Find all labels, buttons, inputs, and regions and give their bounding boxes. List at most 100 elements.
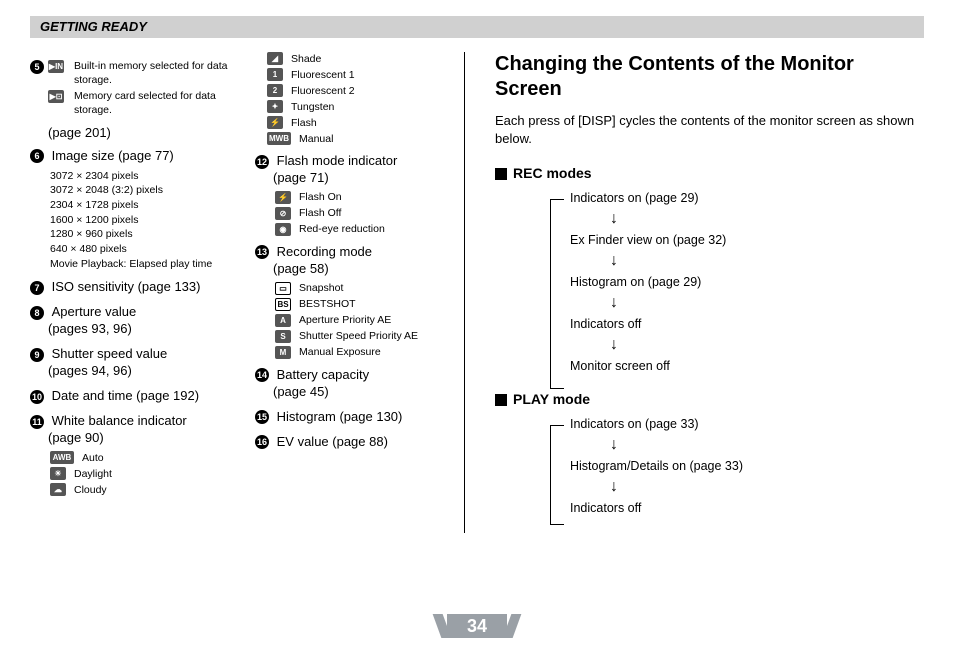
wb-shade: ◢Shade: [267, 52, 464, 65]
item-5: 5 ▶IN Built-in memory selected for data …: [30, 60, 242, 121]
memory-builtin-row: ▶IN Built-in memory selected for data st…: [48, 60, 242, 87]
item-6: 6 Image size (page 77): [30, 148, 242, 165]
flash-on: ⚡Flash On: [275, 191, 464, 204]
down-arrow-icon: ↓: [610, 211, 924, 227]
square-bullet-icon: [495, 394, 507, 406]
item-14: 14 Battery capacity (page 45): [255, 367, 464, 401]
item-10-label: Date and time (page 192): [52, 388, 199, 403]
bullet-13: 13: [255, 245, 269, 259]
snapshot-icon: ▭: [275, 282, 291, 295]
item-13: 13 Recording mode (page 58): [255, 244, 464, 278]
memory-card-row: ▶⊡ Memory card selected for data storage…: [48, 90, 242, 117]
bullet-16: 16: [255, 435, 269, 449]
item-10: 10 Date and time (page 192): [30, 388, 242, 405]
item-11-options: AWB Auto ☀ Daylight ☁ Cloudy: [30, 451, 242, 496]
image-size: 3072 × 2304 pixels: [50, 169, 242, 184]
wb-cloudy: ☁ Cloudy: [50, 483, 242, 496]
manual-exposure-icon: M: [275, 346, 291, 359]
down-arrow-icon: ↓: [610, 479, 924, 495]
memory-card-text: Memory card selected for data storage.: [70, 90, 242, 117]
item-11-label: White balance indicator: [52, 413, 187, 428]
item-12-sub: (page 71): [255, 170, 464, 187]
rec-loop-bracket: [550, 199, 564, 389]
rec-step: Indicators off: [570, 317, 924, 331]
image-size: Movie Playback: Elapsed play time: [50, 257, 242, 272]
item-12-label: Flash mode indicator: [277, 153, 398, 168]
down-arrow-icon: ↓: [610, 437, 924, 453]
item-12-options: ⚡Flash On ⊘Flash Off ◉Red-eye reduction: [255, 191, 464, 236]
bullet-9: 9: [30, 348, 44, 362]
wb-auto-label: Auto: [80, 452, 104, 464]
item-7: 7 ISO sensitivity (page 133): [30, 279, 242, 296]
mode-snapshot: ▭Snapshot: [275, 282, 464, 295]
item-15: 15 Histogram (page 130): [255, 409, 464, 426]
bullet-11: 11: [30, 415, 44, 429]
item-14-sub: (page 45): [255, 384, 464, 401]
column-right: Changing the Contents of the Monitor Scr…: [465, 52, 924, 533]
bestshot-icon: BS: [275, 298, 291, 311]
flash-off-icon: ⊘: [275, 207, 291, 220]
square-bullet-icon: [495, 168, 507, 180]
wb-cloudy-label: Cloudy: [72, 484, 107, 496]
bullet-15: 15: [255, 410, 269, 424]
bullet-6: 6: [30, 149, 44, 163]
bullet-7: 7: [30, 281, 44, 295]
item-11-sub: (page 90): [30, 430, 242, 447]
tungsten-icon: ✦: [267, 100, 283, 113]
rec-step: Ex Finder view on (page 32): [570, 233, 924, 247]
article-title: Changing the Contents of the Monitor Scr…: [495, 52, 924, 102]
cloudy-icon: ☁: [50, 483, 66, 496]
shade-icon: ◢: [267, 52, 283, 65]
wb-manual: MWBManual: [267, 132, 464, 145]
page-content: 5 ▶IN Built-in memory selected for data …: [30, 52, 924, 533]
wb-fluorescent-1: 1Fluorescent 1: [267, 68, 464, 81]
rec-flow: Indicators on (page 29) ↓ Ex Finder view…: [495, 191, 924, 373]
item-11: 11 White balance indicator (page 90): [30, 413, 242, 447]
rec-step: Histogram on (page 29): [570, 275, 924, 289]
item-12: 12 Flash mode indicator (page 71): [255, 153, 464, 187]
play-loop-bracket: [550, 425, 564, 525]
play-step: Indicators on (page 33): [570, 417, 924, 431]
memory-builtin-text: Built-in memory selected for data storag…: [70, 60, 242, 87]
image-size: 640 × 480 pixels: [50, 242, 242, 257]
wb-daylight-label: Daylight: [72, 468, 112, 480]
item-13-options: ▭Snapshot BSBESTSHOT AAperture Priority …: [255, 282, 464, 359]
section-header: GETTING READY: [30, 16, 924, 38]
mode-aperture: AAperture Priority AE: [275, 314, 464, 327]
fluorescent-1-icon: 1: [267, 68, 283, 81]
flash-off: ⊘Flash Off: [275, 207, 464, 220]
bullet-14: 14: [255, 368, 269, 382]
down-arrow-icon: ↓: [610, 295, 924, 311]
item-8-label: Aperture value: [52, 304, 137, 319]
daylight-icon: ☀: [50, 467, 66, 480]
item-13-sub: (page 58): [255, 261, 464, 278]
wb-flash: ⚡Flash: [267, 116, 464, 129]
down-arrow-icon: ↓: [610, 253, 924, 269]
item-16: 16 EV value (page 88): [255, 434, 464, 451]
section-header-text: GETTING READY: [40, 19, 147, 34]
play-step: Histogram/Details on (page 33): [570, 459, 924, 473]
bullet-5: 5: [30, 60, 44, 74]
item-7-label: ISO sensitivity (page 133): [52, 279, 201, 294]
wb-tungsten: ✦Tungsten: [267, 100, 464, 113]
play-mode-heading: PLAY mode: [495, 391, 924, 407]
memory-card-icon: ▶⊡: [48, 90, 64, 103]
item-6-sizes: 3072 × 2304 pixels 3072 × 2048 (3:2) pix…: [30, 169, 242, 272]
item-5-page-ref: (page 201): [30, 125, 242, 140]
item-15-label: Histogram (page 130): [277, 409, 403, 424]
wb-fluorescent-2: 2Fluorescent 2: [267, 84, 464, 97]
item-16-label: EV value (page 88): [277, 434, 388, 449]
red-eye-icon: ◉: [275, 223, 291, 236]
mode-shutter: SShutter Speed Priority AE: [275, 330, 464, 343]
bullet-12: 12: [255, 155, 269, 169]
red-eye: ◉Red-eye reduction: [275, 223, 464, 236]
mwb-icon: MWB: [267, 132, 291, 145]
image-size: 3072 × 2048 (3:2) pixels: [50, 183, 242, 198]
image-size: 1600 × 1200 pixels: [50, 213, 242, 228]
rec-step: Monitor screen off: [570, 359, 924, 373]
builtin-memory-icon: ▶IN: [48, 60, 64, 73]
column-middle: ◢Shade 1Fluorescent 1 2Fluorescent 2 ✦Tu…: [250, 52, 465, 533]
item-9: 9 Shutter speed value (pages 94, 96): [30, 346, 242, 380]
flash-wb-icon: ⚡: [267, 116, 283, 129]
page-number: 34: [447, 614, 507, 638]
